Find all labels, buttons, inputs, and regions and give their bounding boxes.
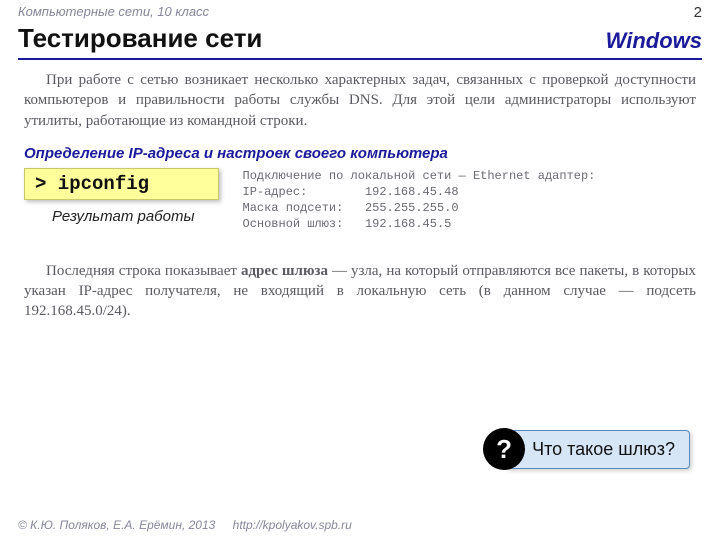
footer: © К.Ю. Поляков, Е.А. Ерёмин, 2013 http:/… [18,518,352,532]
footer-url: http://kpolyakov.spb.ru [233,518,352,532]
question-icon: ? [483,428,525,470]
subheading: Определение IP-адреса и настроек своего … [0,131,720,168]
command-row: > ipconfig Результат работы Подключение … [0,168,720,233]
os-label: Windows [606,28,702,54]
course-label: Компьютерные сети, 10 класс [18,4,209,19]
page-title: Тестирование сети [18,23,262,54]
output-line-header: Подключение по локальной сети — Ethernet… [243,168,697,184]
header-row: Компьютерные сети, 10 класс 2 [0,0,720,21]
intro-paragraph: При работе с сетью возникает несколько х… [0,70,720,131]
output-line: IP-адрес: 192.168.45.48 [243,184,697,200]
intro-text: При работе с сетью возникает несколько х… [24,72,696,129]
para2-pre: Последняя строка показывает [46,263,241,279]
title-row: Тестирование сети Windows [0,21,720,54]
footer-authors: © К.Ю. Поляков, Е.А. Ерёмин, 2013 [18,518,215,532]
command-output: Подключение по локальной сети — Ethernet… [243,168,697,233]
output-line: Маска подсети: 255.255.255.0 [243,200,697,216]
output-line: Основной шлюз: 192.168.45.5 [243,216,697,232]
para2-bold: адрес шлюза [241,263,328,279]
gateway-paragraph: Последняя строка показывает адрес шлюза … [0,261,720,322]
question-callout: ? Что такое шлюз? [483,428,690,470]
title-rule [18,58,702,60]
page-number: 2 [694,4,702,21]
result-label: Результат работы [24,200,219,225]
command-box: > ipconfig [24,168,219,200]
question-text: Что такое шлюз? [505,430,690,469]
